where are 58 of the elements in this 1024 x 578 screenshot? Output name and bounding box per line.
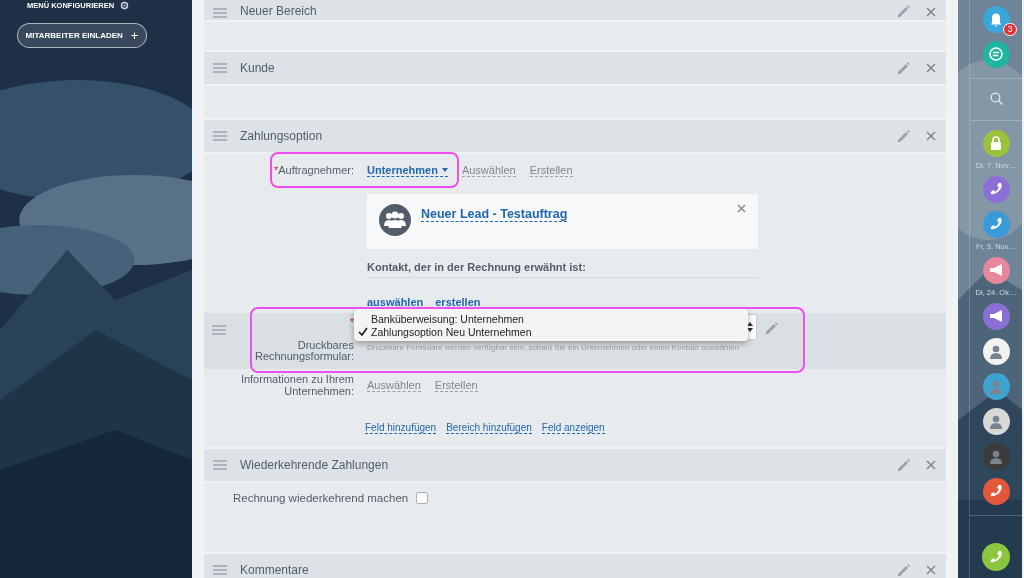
action-link[interactable]: Bereich hinzufügen [446,422,532,434]
action-link[interactable]: erstellen [435,296,481,308]
drag-handle-icon[interactable] [212,325,226,335]
caret-icon [441,167,448,172]
checkbox[interactable] [416,492,429,504]
edit-icon[interactable] [897,61,910,75]
edit-icon[interactable] [897,129,910,143]
section-title: Zahlungsoption [240,129,324,143]
edit-icon[interactable] [765,322,778,335]
edit-icon[interactable] [897,5,910,18]
action-link[interactable]: Feld anzeigen [541,422,605,434]
up-down-arrows-icon [747,322,753,332]
search-icon[interactable] [989,92,1003,105]
contact-label: Kontakt, der in der Rechnung erwähnt ist: [367,259,758,278]
people-icon [379,204,411,236]
megaphone-icon [989,263,1003,278]
required-mark: * [348,317,354,327]
section-title: Kommentare [240,563,310,577]
checkbox-label: Rechnung wiederkehrend machen [233,491,409,506]
section-title: Kunde [240,61,276,75]
dropdown-option[interactable]: Zahlungsoption Neu Unternehmen [354,325,748,338]
phone-icon [989,217,1003,232]
field-label: Informationen zu Ihrem Unternehmen: [239,373,354,397]
action-link[interactable]: Auswählen [461,163,516,177]
settings-icon[interactable] [120,0,130,10]
phone-icon [989,182,1003,197]
field-label: Druckbares Rechnungsformular: [253,340,354,362]
action-link[interactable]: auswählen [367,296,424,308]
close-icon[interactable] [737,204,746,213]
invite-employees-button[interactable]: MITARBEITER EINLADEN + [17,23,147,48]
action-link[interactable]: Auswählen [367,378,421,392]
close-icon[interactable] [926,63,936,73]
lock-icon [989,136,1003,151]
section-title: Wiederkehrende Zahlungen [240,458,390,472]
phone-icon [989,549,1003,565]
drag-handle-icon[interactable] [213,8,227,18]
drag-handle-icon[interactable] [213,460,227,470]
close-icon[interactable] [926,460,936,470]
action-link[interactable]: Erstellen [434,378,478,392]
drag-handle-icon[interactable] [213,565,227,575]
close-icon[interactable] [926,131,936,141]
megaphone-icon [989,309,1003,324]
dropdown-link[interactable]: Unternehmen [367,163,448,177]
drag-handle-icon[interactable] [213,63,227,73]
dropdown-option[interactable]: Banküberweisung: Unternehmen [354,312,748,325]
section-title: Neuer Bereich [240,4,318,18]
action-link[interactable]: Erstellen [529,163,573,177]
close-icon[interactable] [926,565,936,575]
bell-icon [989,12,1003,27]
chat-icon [989,47,1003,62]
action-link[interactable]: Feld hinzufügen [365,422,437,434]
edit-icon[interactable] [897,563,910,577]
lead-link[interactable]: Neuer Lead - Testauftrag [421,207,568,222]
drag-handle-icon[interactable] [213,131,227,141]
edit-icon[interactable] [897,458,910,472]
field-label: *Auftragnehmer: [272,164,354,176]
close-icon[interactable] [926,6,936,17]
phone-icon [989,484,1003,499]
